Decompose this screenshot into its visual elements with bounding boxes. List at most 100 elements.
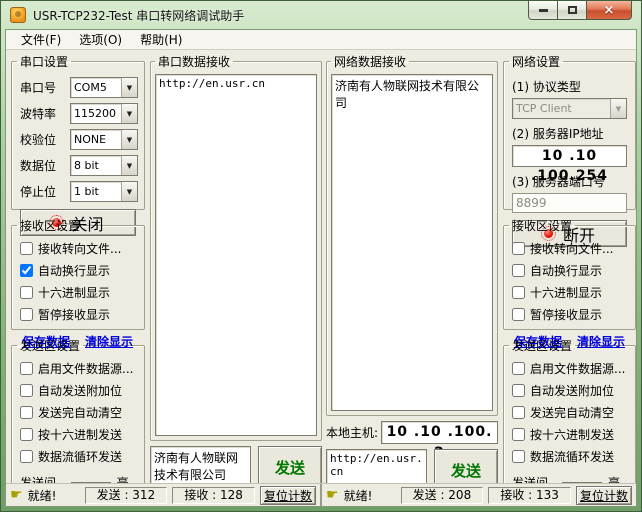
checkbox-label: 启用文件数据源...	[38, 362, 133, 376]
checkbox-row[interactable]: 发送完自动清空	[512, 406, 630, 422]
stop-bits-select[interactable]: 1 bit ▼	[70, 181, 138, 202]
checkbox-label: 按十六进制发送	[530, 428, 614, 442]
chevron-down-icon[interactable]: ▼	[121, 104, 137, 123]
serial-received-count: 接收 : 128	[172, 487, 255, 504]
checkbox-row[interactable]: 数据流循环发送	[512, 450, 630, 466]
stop-bits-label: 停止位	[20, 183, 70, 200]
baud-rate-select[interactable]: 115200 ▼	[70, 103, 138, 124]
send-as-hex-checkbox[interactable]	[20, 428, 33, 441]
file-data-source-checkbox[interactable]	[20, 362, 33, 375]
menu-file[interactable]: 文件(F)	[12, 29, 70, 50]
server-port-label: (3) 服务器端口号	[512, 173, 630, 190]
chevron-down-icon[interactable]: ▼	[121, 182, 137, 201]
menu-bar: 文件(F) 选项(O) 帮助(H)	[6, 30, 636, 50]
serial-receive-area[interactable]: http://en.usr.cn	[155, 74, 317, 436]
receive-to-file-checkbox[interactable]	[20, 242, 33, 255]
checkbox-row[interactable]: 按十六进制发送	[20, 428, 139, 444]
checkbox-label: 自动发送附加位	[530, 384, 614, 398]
serial-port-select[interactable]: COM5 ▼	[70, 77, 138, 98]
checkbox-label: 暂停接收显示	[530, 308, 602, 322]
chevron-down-icon[interactable]: ▼	[121, 156, 137, 175]
checkbox-label: 自动发送附加位	[38, 384, 122, 398]
auto-send-append-checkbox[interactable]	[20, 384, 33, 397]
hex-display-checkbox[interactable]	[20, 286, 33, 299]
network-settings-column: 网络设置 (1) 协议类型 TCP Client ▼ (2) 服务器IP地址 1…	[503, 53, 636, 494]
chevron-down-icon: ▼	[610, 99, 626, 118]
parity-label: 校验位	[20, 131, 70, 148]
clear-after-send-checkbox[interactable]	[512, 406, 525, 419]
checkbox-row[interactable]: 发送完自动清空	[20, 406, 139, 422]
minimize-button[interactable]	[528, 1, 558, 20]
clear-display-link[interactable]: 清除显示	[85, 333, 133, 350]
serial-ready-text: 就绪!	[28, 487, 80, 504]
checkbox-row[interactable]: 十六进制显示	[512, 286, 630, 302]
serial-receive-group: 串口数据接收 http://en.usr.cn	[150, 53, 322, 441]
checkbox-row[interactable]: 暂停接收显示	[512, 308, 630, 324]
checkbox-row[interactable]: 按十六进制发送	[512, 428, 630, 444]
parity-select[interactable]: NONE ▼	[70, 129, 138, 150]
file-data-source-checkbox[interactable]	[512, 362, 525, 375]
receive-to-file-checkbox[interactable]	[512, 242, 525, 255]
network-data-column: 网络数据接收 济南有人物联网技术有限公司 本地主机: 10 .10 .100. …	[326, 53, 498, 492]
loop-send-checkbox[interactable]	[512, 450, 525, 463]
checkbox-row[interactable]: 接收转向文件...	[512, 242, 630, 258]
checkbox-row[interactable]: 数据流循环发送	[20, 450, 139, 466]
checkbox-row[interactable]: 接收转向文件...	[20, 242, 139, 258]
clear-after-send-checkbox[interactable]	[20, 406, 33, 419]
serial-sent-count: 发送 : 312	[85, 487, 168, 504]
send-settings-right-group: 发送区设置 启用文件数据源... 自动发送附加位 发送完自动清空	[503, 337, 636, 494]
chevron-down-icon[interactable]: ▼	[121, 78, 137, 97]
checkbox-label: 自动换行显示	[530, 264, 602, 278]
auto-send-append-checkbox[interactable]	[512, 384, 525, 397]
network-ready-text: 就绪!	[344, 487, 396, 504]
pause-receive-checkbox[interactable]	[20, 308, 33, 321]
chevron-down-icon[interactable]: ▼	[121, 130, 137, 149]
protocol-type-select[interactable]: TCP Client ▼	[512, 98, 627, 119]
network-settings-group: 网络设置 (1) 协议类型 TCP Client ▼ (2) 服务器IP地址 1…	[503, 53, 636, 210]
app-icon	[10, 7, 26, 23]
serial-data-column: 串口数据接收 http://en.usr.cn 济南有人物联网技术有限公司 发送	[150, 53, 322, 489]
serial-port-label: 串口号	[20, 79, 70, 96]
checkbox-row[interactable]: 自动发送附加位	[512, 384, 630, 400]
app-window: USR-TCP232-Test 串口转网络调试助手 × 文件(F) 选项(O) …	[0, 0, 642, 512]
auto-linefeed-checkbox[interactable]	[512, 264, 525, 277]
clear-display-link[interactable]: 清除显示	[577, 333, 625, 350]
loop-send-checkbox[interactable]	[20, 450, 33, 463]
maximize-button[interactable]	[557, 1, 587, 20]
receive-settings-left-group: 接收区设置 接收转向文件... 自动换行显示 十六进制显示	[11, 217, 145, 330]
data-bits-select[interactable]: 8 bit ▼	[70, 155, 138, 176]
server-ip-value[interactable]: 10 .10 .100.254	[512, 145, 627, 167]
client-area: 文件(F) 选项(O) 帮助(H) 串口设置 串口号 COM5 ▼	[5, 29, 637, 507]
protocol-type-label: (1) 协议类型	[512, 78, 630, 95]
checkbox-row[interactable]: 启用文件数据源...	[20, 362, 139, 378]
send-settings-left-title: 发送区设置	[17, 337, 83, 354]
close-icon: ×	[604, 3, 615, 18]
checkbox-label: 数据流循环发送	[38, 450, 122, 464]
checkbox-row[interactable]: 自动换行显示	[512, 264, 630, 280]
hex-display-checkbox[interactable]	[512, 286, 525, 299]
checkbox-row[interactable]: 暂停接收显示	[20, 308, 139, 324]
serial-reset-count-button[interactable]: 复位计数	[260, 486, 316, 505]
checkbox-row[interactable]: 自动换行显示	[20, 264, 139, 280]
checkbox-label: 十六进制显示	[530, 286, 602, 300]
checkbox-label: 发送完自动清空	[38, 406, 122, 420]
serial-receive-title: 串口数据接收	[155, 53, 233, 70]
server-port-input[interactable]	[512, 193, 627, 213]
checkbox-row[interactable]: 启用文件数据源...	[512, 362, 630, 378]
checkbox-row[interactable]: 十六进制显示	[20, 286, 139, 302]
checkbox-row[interactable]: 自动发送附加位	[20, 384, 139, 400]
network-receive-area[interactable]: 济南有人物联网技术有限公司	[331, 74, 493, 411]
pause-receive-checkbox[interactable]	[512, 308, 525, 321]
close-button[interactable]: ×	[586, 1, 632, 20]
auto-linefeed-checkbox[interactable]	[20, 264, 33, 277]
pointing-hand-icon: ☛	[326, 488, 339, 502]
serial-column: 串口设置 串口号 COM5 ▼ 波特率 115200 ▼	[11, 53, 145, 494]
network-reset-count-button[interactable]: 复位计数	[576, 486, 632, 505]
window-title: USR-TCP232-Test 串口转网络调试助手	[33, 7, 244, 24]
menu-help[interactable]: 帮助(H)	[131, 29, 191, 50]
checkbox-label: 十六进制显示	[38, 286, 110, 300]
protocol-type-value: TCP Client	[513, 99, 610, 118]
baud-rate-row: 波特率 115200 ▼	[20, 103, 138, 124]
send-as-hex-checkbox[interactable]	[512, 428, 525, 441]
menu-options[interactable]: 选项(O)	[70, 29, 131, 50]
